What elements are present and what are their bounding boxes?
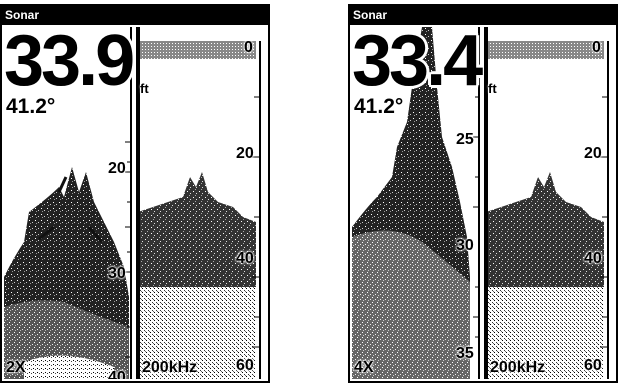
depth-unit-label: ft [140,81,149,96]
full-pane: ft 0 20 40 200kHz 60 [486,27,614,379]
sonar-window-4x: Sonar 33.4 41.2° 25 30 35 4X ft 0 20 40 … [348,4,618,383]
zoom-pane: 33.9 41.2° 20 30 40 2X [4,27,136,379]
sonar-screen[interactable]: 33.4 41.2° 25 30 35 4X ft 0 20 40 200kHz… [352,27,614,379]
zoom-pane: 33.4 41.2° 25 30 35 4X [352,27,484,379]
zoom-level-label: 2X [6,359,26,376]
full-sonar-image [138,27,261,379]
window-title: Sonar [2,6,268,25]
full-pane: ft 0 20 40 200kHz 60 [138,27,266,379]
sonar-screen[interactable]: 33.9 41.2° 20 30 40 2X ft 0 20 40 200kHz… [4,27,266,379]
zoom-scale-label: 35 [456,345,474,362]
full-scale-label: 0 [592,39,601,56]
depth-readout: 33.9 [4,27,135,101]
sonar-window-2x: Sonar 33.9 41.2° 20 30 40 2X ft 0 20 40 … [0,4,270,383]
full-sonar-image [486,27,609,379]
zoom-scale-label: 40 [108,369,126,379]
frequency-label: 200kHz [490,359,546,376]
full-scale-label: 20 [236,145,254,162]
depth-readout: 33.4 [352,27,483,101]
zoom-scale-label: 30 [108,265,126,282]
zoom-level-label: 4X [354,359,374,376]
temperature-readout: 41.2° [6,95,56,118]
full-scale-label: 40 [584,250,602,267]
full-scale-label: 0 [244,39,253,56]
full-scale-label: 20 [584,145,602,162]
frequency-label: 200kHz [142,359,198,376]
window-title: Sonar [350,6,616,25]
full-scale-label: 40 [236,250,254,267]
temperature-readout: 41.2° [354,95,404,118]
zoom-scale-label: 30 [456,237,474,254]
full-scale-label: 60 [584,357,602,374]
depth-unit-label: ft [488,81,497,96]
full-scale-label: 60 [236,357,254,374]
zoom-scale-label: 25 [456,131,474,148]
zoom-scale-label: 20 [108,160,126,177]
